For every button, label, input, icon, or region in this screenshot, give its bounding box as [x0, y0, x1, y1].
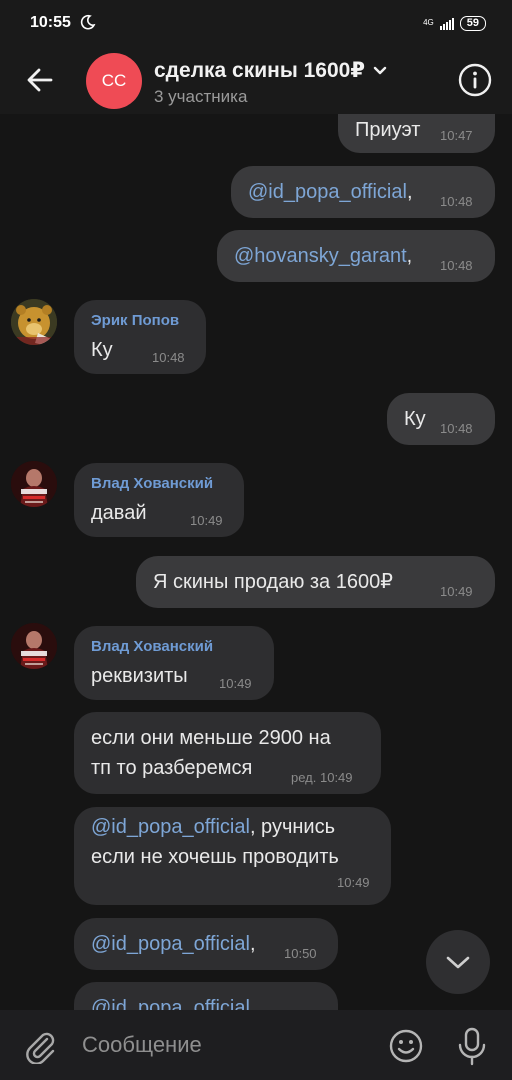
chat-title: сделка скины 1600₽ [154, 59, 365, 82]
vlad-avatar-image [11, 461, 57, 507]
status-time: 10:55 [30, 14, 71, 31]
message-bubble[interactable]: @id_popa_official, ручнись если не хочеш… [74, 807, 391, 905]
chat-header: СС сделка скины 1600₽ 3 участника [0, 48, 512, 114]
back-arrow-icon[interactable] [20, 60, 60, 100]
message-bubble[interactable]: @id_popa_official, 10:48 [231, 166, 495, 218]
sender-avatar[interactable] [11, 461, 57, 507]
message-time: 10:48 [152, 350, 185, 365]
paperclip-icon[interactable] [22, 1028, 58, 1064]
network-type: 4G [423, 18, 434, 27]
scroll-down-button[interactable] [426, 930, 490, 994]
sender-avatar[interactable] [11, 623, 57, 669]
message-text: тп то разберемся [91, 757, 253, 779]
message-text: @id_popa_official, [91, 933, 256, 955]
moon-icon [80, 14, 96, 30]
mention-link[interactable]: @id_popa_official [248, 181, 407, 203]
message-bubble[interactable]: @hovansky_garant, 10:48 [217, 230, 495, 282]
message-time: 10:49 [219, 676, 252, 691]
message-text: давай [91, 502, 147, 524]
signal-icon [439, 17, 454, 30]
chat-subtitle: 3 участника [154, 87, 248, 106]
microphone-icon[interactable] [455, 1026, 489, 1066]
message-list[interactable]: Приуэт 10:47 @id_popa_official, 10:48 @h… [0, 114, 512, 1010]
chat-avatar[interactable]: СС [86, 53, 142, 109]
vlad-avatar-image [11, 623, 57, 669]
message-text: @id_popa_official, ручнись [91, 816, 336, 838]
message-text: @hovansky_garant, [234, 245, 413, 267]
message-input[interactable]: Сообщение [82, 1032, 202, 1058]
message-time: ред. 10:49 [291, 770, 353, 785]
bear-avatar-image [11, 299, 57, 345]
message-text: @id_popa_official, [248, 181, 413, 203]
battery-icon: 59 [459, 15, 486, 31]
message-time: 10:49 [337, 875, 370, 890]
message-time: 10:47 [440, 128, 473, 143]
message-text: реквизиты [91, 665, 188, 687]
message-time: 10:48 [440, 194, 473, 209]
message-bubble[interactable]: Ку 10:48 [387, 393, 495, 445]
message-text: Я скины продаю за 1600₽ [153, 571, 393, 593]
sender-name[interactable]: Влад Хованский [91, 475, 213, 492]
chat-title-row[interactable]: сделка скины 1600₽ [154, 58, 387, 83]
message-bubble[interactable]: @id_popa_official [74, 982, 338, 1010]
status-icons: 4G 59 [423, 14, 486, 32]
mention-link[interactable]: @id_popa_official [91, 933, 250, 955]
message-bubble[interactable]: Я скины продаю за 1600₽ 10:49 [136, 556, 495, 608]
message-time: 10:49 [190, 513, 223, 528]
message-text: @id_popa_official [91, 993, 250, 1010]
message-text: если они меньше 2900 на [91, 727, 331, 749]
message-bubble[interactable]: Влад Хованский давай 10:49 [74, 463, 244, 537]
message-time: 10:48 [440, 421, 473, 436]
message-time: 10:49 [440, 584, 473, 599]
chevron-down-icon [373, 67, 387, 75]
message-time: 10:50 [284, 946, 317, 961]
sender-name[interactable]: Эрик Попов [91, 312, 179, 329]
message-bubble[interactable]: если они меньше 2900 на тп то разберемся… [74, 712, 381, 794]
info-icon[interactable] [458, 63, 492, 97]
message-bubble[interactable]: Влад Хованский реквизиты 10:49 [74, 626, 274, 700]
message-bubble[interactable]: @id_popa_official, 10:50 [74, 918, 338, 970]
message-text: Ку [91, 339, 113, 361]
message-text: Ку [404, 408, 426, 430]
mention-link[interactable]: @hovansky_garant [234, 245, 407, 267]
message-time: 10:48 [440, 258, 473, 273]
chevron-down-icon [446, 956, 470, 969]
mention-link[interactable]: @id_popa_official [91, 997, 250, 1010]
sender-avatar[interactable] [11, 299, 57, 345]
message-text: Приуэт [355, 119, 421, 141]
mention-link[interactable]: @id_popa_official [91, 816, 250, 838]
message-text: если не хочешь проводить [91, 846, 339, 868]
message-bubble[interactable]: Эрик Попов Ку 10:48 [74, 300, 206, 374]
message-bubble[interactable]: Приуэт 10:47 [338, 114, 495, 153]
emoji-icon[interactable] [388, 1028, 424, 1064]
sender-name[interactable]: Влад Хованский [91, 638, 213, 655]
status-bar: 10:55 4G 59 [0, 0, 512, 48]
message-composer: Сообщение [0, 1010, 512, 1080]
